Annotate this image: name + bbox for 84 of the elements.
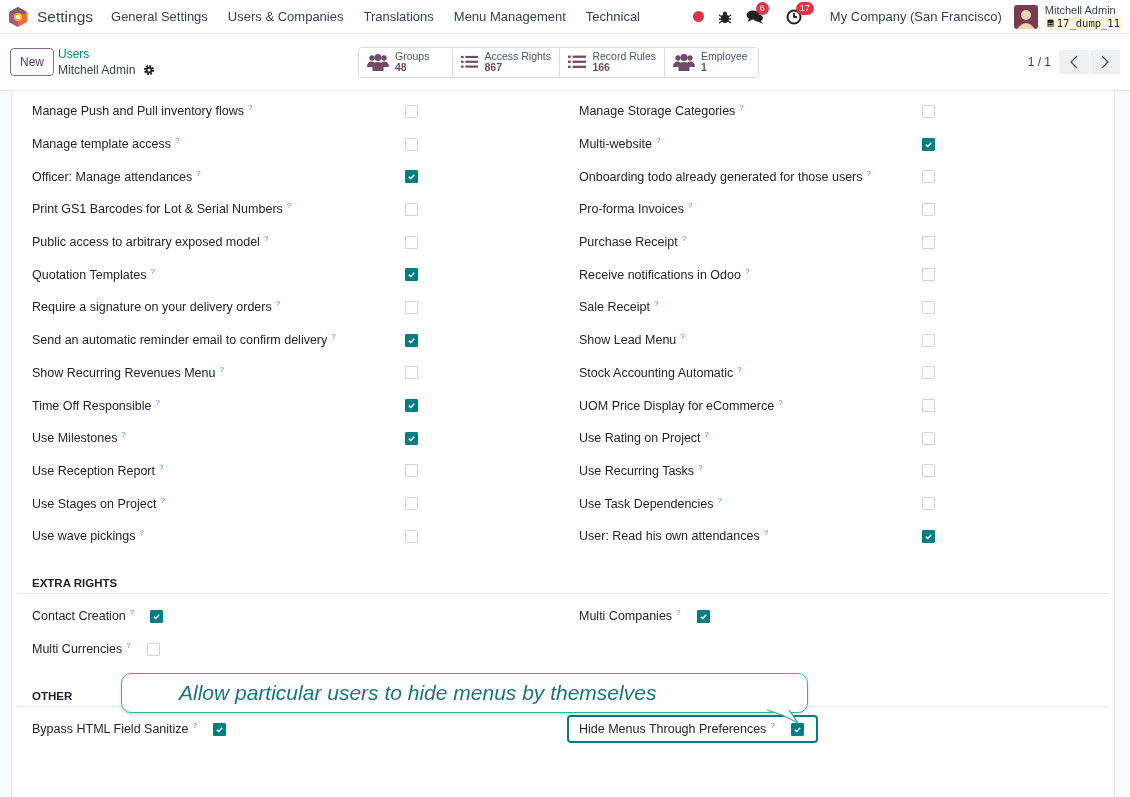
section-heading: EXTRA RIGHTS: [17, 568, 1109, 594]
callout-text: Allow particular users to hide menus by themselves: [179, 681, 657, 705]
database-name: 17_dump_11: [1056, 16, 1120, 30]
field-label: Quotation Templates: [32, 267, 147, 282]
field-label: Pro-forma Invoices: [579, 202, 684, 217]
field-label: Hide Menus Through Preferences: [579, 722, 767, 737]
field-label: Use Milestones: [32, 431, 118, 446]
help-tooltip-mark[interactable]: ?: [150, 267, 155, 276]
new-button[interactable]: New: [10, 48, 54, 76]
help-tooltip-mark[interactable]: ?: [121, 431, 126, 440]
help-tooltip-mark[interactable]: ?: [680, 333, 685, 342]
field-label: Use Recurring Tasks: [579, 463, 695, 478]
help-tooltip-mark[interactable]: ?: [866, 169, 871, 178]
smart-button[interactable]: Groups 48: [359, 47, 453, 77]
message-count-badge: 6: [755, 1, 769, 15]
help-tooltip-mark[interactable]: ?: [331, 333, 336, 342]
help-tooltip-mark[interactable]: ?: [160, 496, 165, 505]
field-label: User: Read his own attendances: [579, 529, 760, 544]
help-tooltip-mark[interactable]: ?: [737, 365, 742, 374]
help-tooltip-mark[interactable]: ?: [286, 202, 292, 211]
field-label: Manage Push and Pull inventory flows: [32, 104, 244, 119]
help-tooltip-mark[interactable]: ?: [192, 722, 197, 731]
help-tooltip-mark[interactable]: ?: [704, 431, 710, 440]
field-label: Multi Companies: [579, 609, 673, 624]
field-label: Onboarding todo already generated for those users: [579, 169, 863, 184]
field-label: Receive notifications in Odoo: [579, 267, 741, 282]
field-label: Use Reception Report: [32, 463, 155, 478]
breadcrumb-link[interactable]: Users: [58, 46, 358, 62]
help-tooltip-mark[interactable]: ?: [196, 169, 201, 178]
field-label: Purchase Receipt: [579, 235, 678, 250]
help-tooltip-mark[interactable]: ?: [174, 137, 180, 146]
field-label: Sale Receipt: [579, 300, 650, 315]
field-label: Print GS1 Barcodes for Lot & Serial Numbers: [32, 202, 283, 217]
field-label: Manage Storage Categories: [579, 104, 736, 119]
help-tooltip-mark[interactable]: ?: [681, 235, 687, 244]
app-title[interactable]: Settings: [37, 7, 93, 26]
field-label: Multi Currencies: [32, 642, 123, 657]
field-label: Contact Creation: [32, 609, 126, 624]
field-label: Use Rating on Project: [579, 431, 701, 446]
field-label: Multi-website: [579, 137, 652, 152]
help-tooltip-mark[interactable]: ?: [655, 137, 661, 146]
field-label: Use Task Dependencies: [579, 496, 714, 511]
field-label: Public access to arbitrary exposed model: [32, 235, 260, 250]
help-tooltip-mark[interactable]: ?: [770, 722, 775, 731]
help-tooltip-mark[interactable]: ?: [159, 463, 164, 472]
record-title: Mitchell Admin: [58, 62, 136, 78]
field-label: Show Recurring Revenues Menu: [32, 365, 216, 380]
field-label: Show Lead Menu: [579, 333, 677, 348]
menu-item[interactable]: Translations: [363, 9, 434, 24]
field-label: Officer: Manage attendances: [32, 169, 193, 184]
help-tooltip-mark[interactable]: ?: [739, 104, 744, 113]
menu-item[interactable]: Technical: [585, 9, 640, 24]
field-label: Send an automatic reminder email to confirm delivery: [32, 333, 328, 348]
user-name[interactable]: Mitchell Admin: [1044, 3, 1122, 17]
menu-item[interactable]: Users & Companies: [227, 9, 344, 24]
help-tooltip-mark[interactable]: ?: [247, 104, 253, 113]
help-tooltip-mark[interactable]: ?: [687, 202, 693, 211]
help-tooltip-mark[interactable]: ?: [698, 463, 703, 472]
help-tooltip-mark[interactable]: ?: [219, 365, 224, 374]
help-tooltip-mark[interactable]: ?: [139, 529, 144, 538]
field-label: Manage template access: [32, 137, 171, 152]
help-tooltip-mark[interactable]: ?: [763, 529, 769, 538]
field-label: Stock Accounting Automatic: [579, 365, 734, 380]
field-label: Require a signature on your delivery orders: [32, 300, 272, 315]
pager-value[interactable]: 1 / 1: [1027, 55, 1051, 69]
field-label: Bypass HTML Field Sanitize: [32, 722, 189, 737]
help-tooltip-mark[interactable]: ?: [653, 300, 659, 309]
help-tooltip-mark[interactable]: ?: [717, 496, 723, 505]
field-label: Use wave pickings: [32, 529, 136, 544]
help-tooltip-mark[interactable]: ?: [263, 235, 269, 244]
activity-count-badge: 17: [795, 1, 814, 15]
field-label: Time Off Responsible: [32, 398, 152, 413]
help-tooltip-mark[interactable]: ?: [129, 609, 135, 618]
menu-item[interactable]: General Settings: [111, 9, 208, 24]
help-tooltip-mark[interactable]: ?: [155, 398, 160, 407]
help-tooltip-mark[interactable]: ?: [126, 642, 131, 651]
help-tooltip-mark[interactable]: ?: [778, 398, 783, 407]
field-label: UOM Price Display for eCommerce: [579, 398, 775, 413]
menu-item[interactable]: Menu Management: [453, 9, 566, 24]
field-label: Use Stages on Project: [32, 496, 157, 511]
help-tooltip-mark[interactable]: ?: [744, 267, 750, 276]
company-switcher[interactable]: My Company (San Francisco): [829, 9, 1002, 24]
help-tooltip-mark[interactable]: ?: [275, 300, 281, 309]
help-tooltip-mark[interactable]: ?: [676, 609, 681, 618]
